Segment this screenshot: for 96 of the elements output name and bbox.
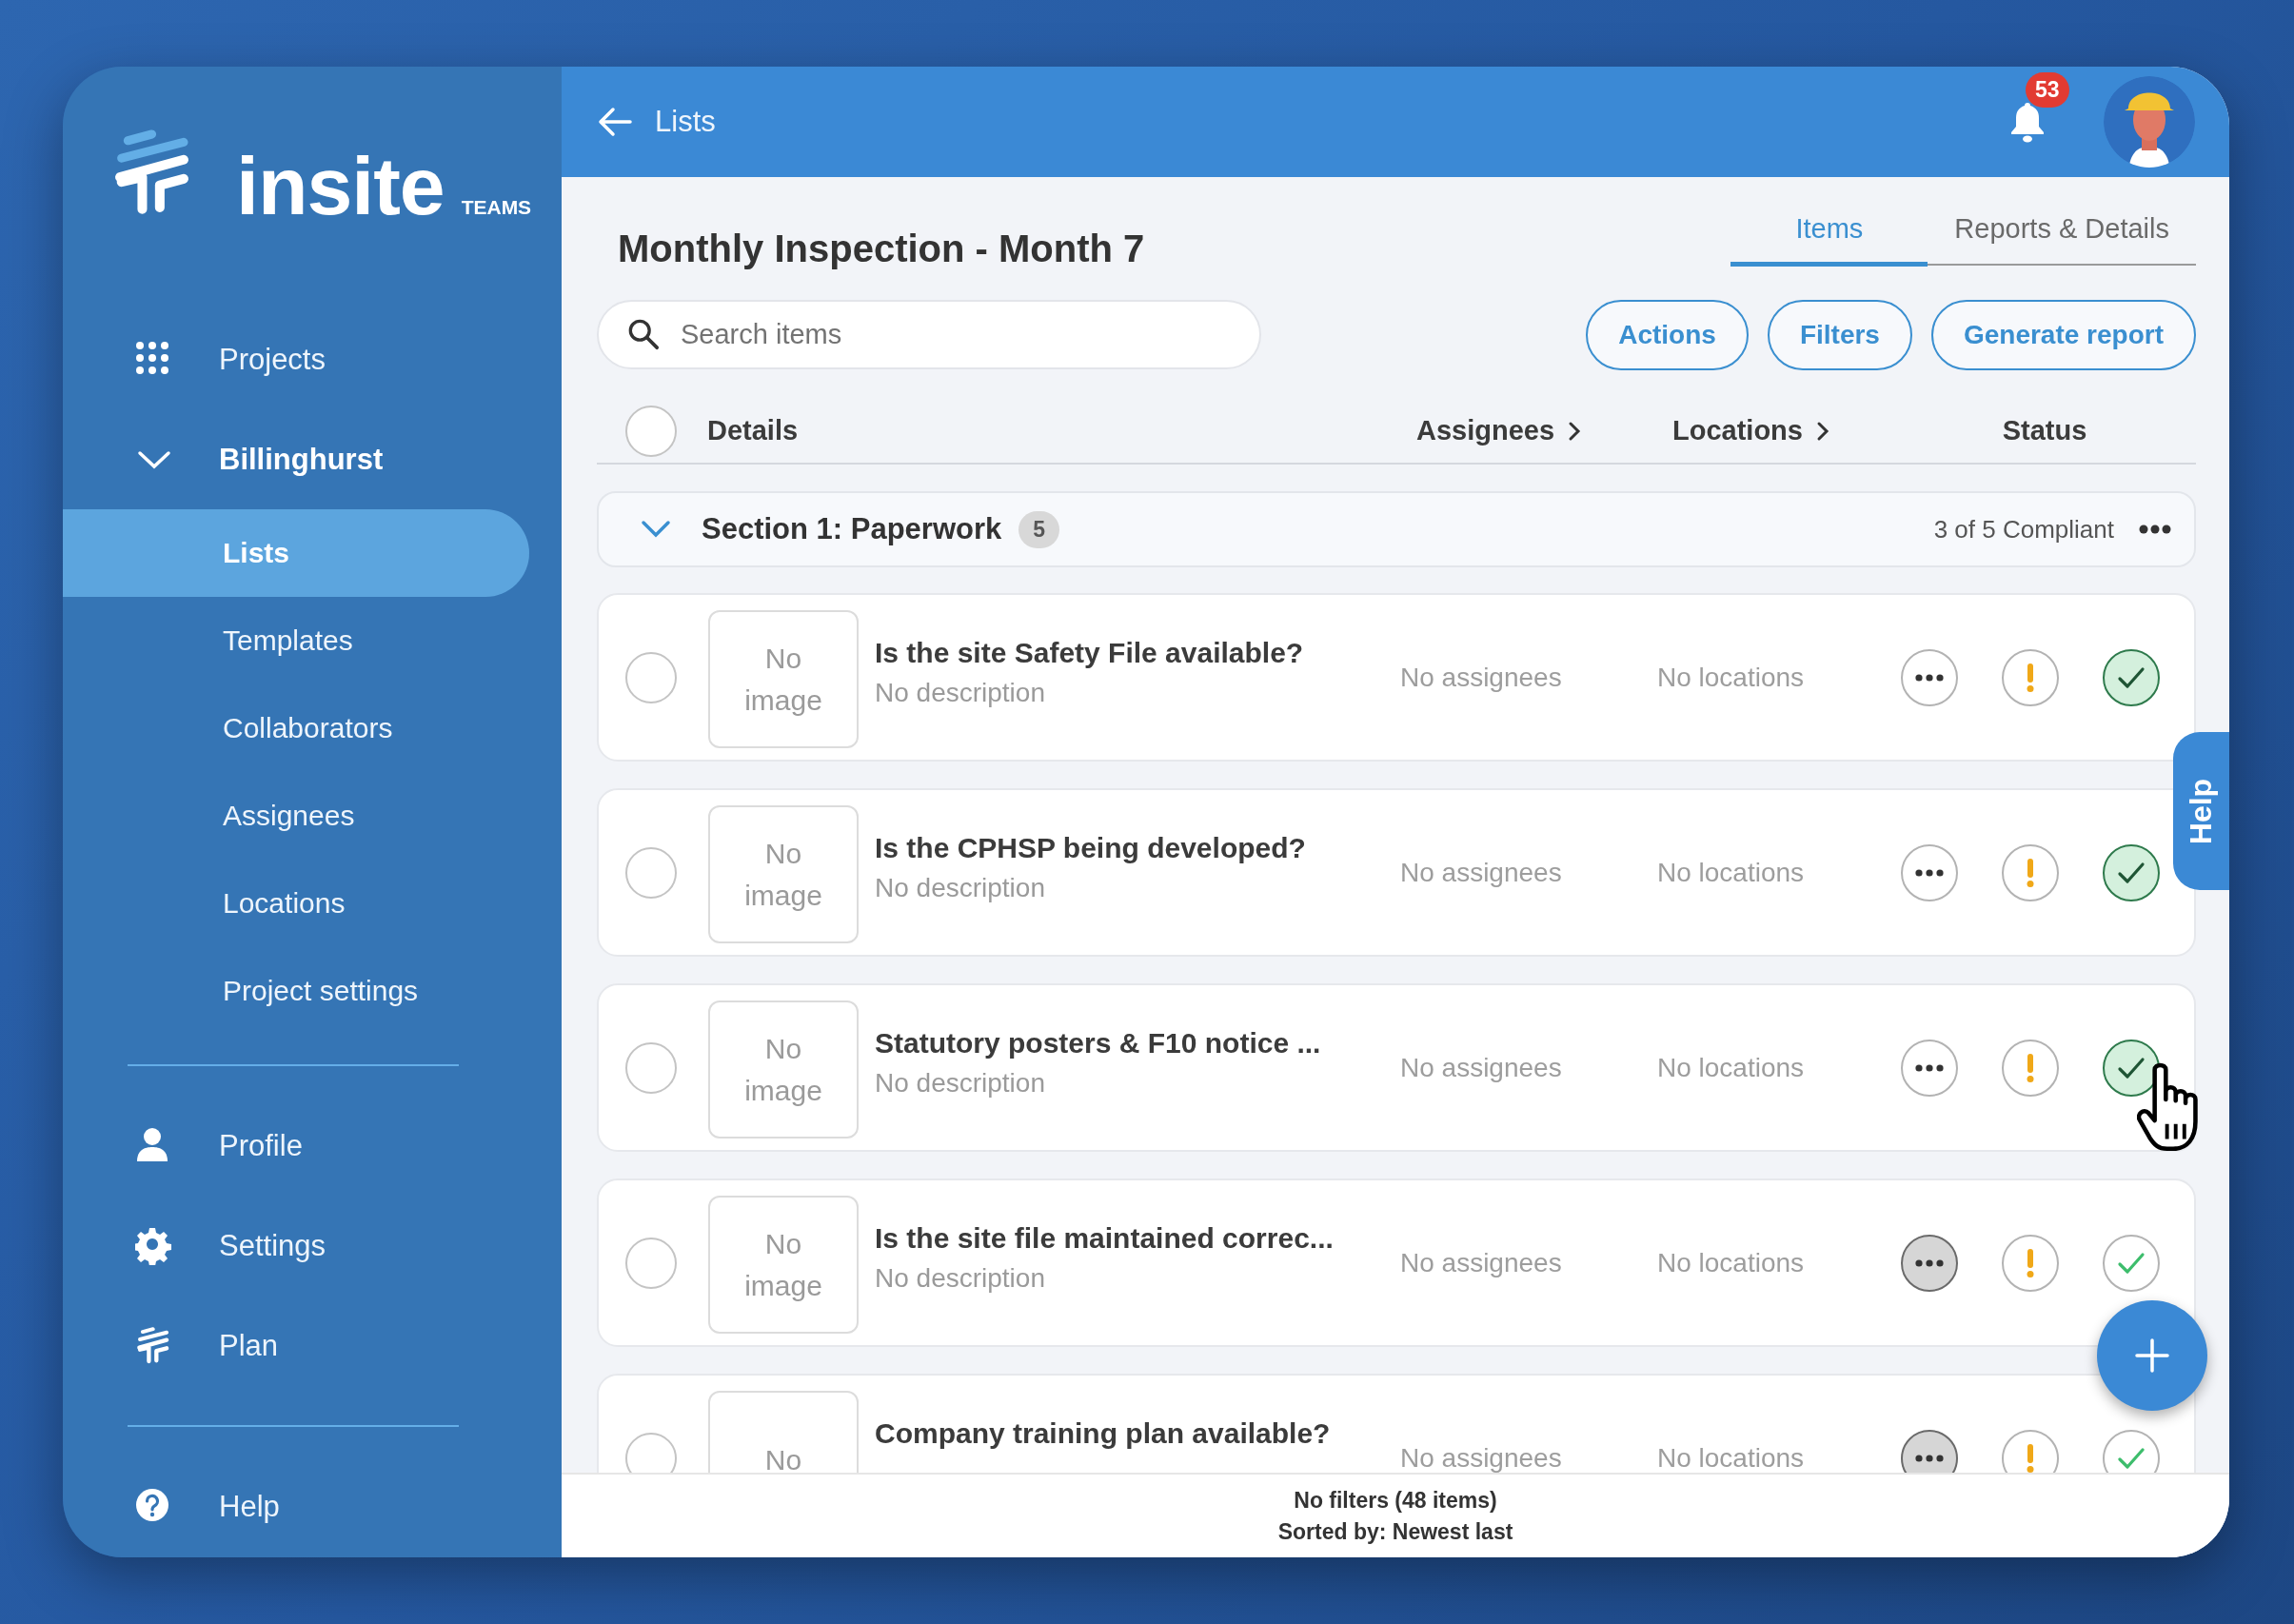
- item-title: Is the site file maintained correc...: [875, 1222, 1335, 1256]
- filter-summary: No filters (48 items): [1294, 1487, 1497, 1514]
- row-checkbox[interactable]: [625, 846, 677, 899]
- assignees-cell-text: No assignees: [1400, 1249, 1563, 1277]
- locations-cell-text: No locations: [1657, 1249, 1806, 1277]
- item-card[interactable]: No image Statutory posters & F10 notice ... No description No assignees No locations: [597, 983, 2196, 1152]
- search-field[interactable]: Search items: [597, 300, 1261, 369]
- exclamation-icon: [2027, 1443, 2034, 1473]
- bell-icon[interactable]: [2008, 101, 2047, 143]
- exclamation-icon: [2027, 663, 2034, 692]
- settings-icon: [135, 1226, 173, 1265]
- locations-cell-text: No locations: [1657, 663, 1806, 691]
- nav-item[interactable]: Profile: [63, 1096, 562, 1196]
- nav-subitem[interactable]: Templates: [63, 597, 562, 684]
- expand-toggle[interactable]: [641, 520, 671, 539]
- item-card[interactable]: No image Is the site file maintained correc... No description No assignees No locations: [597, 1178, 2196, 1347]
- column-header: Status: [2001, 415, 2088, 446]
- more-button[interactable]: [1901, 1429, 1958, 1473]
- more-button[interactable]: [2139, 525, 2171, 534]
- plus-icon: [2135, 1338, 2169, 1373]
- help-tab[interactable]: Help: [2173, 732, 2229, 890]
- ellipsis-icon: [2139, 525, 2171, 534]
- image-placeholder: No image: [708, 1196, 859, 1334]
- nav-item[interactable]: Plan: [63, 1296, 562, 1396]
- back-label: Lists: [655, 105, 716, 139]
- column-sort-button[interactable]: Assignees: [1416, 415, 1672, 446]
- nav-subitem[interactable]: Assignees: [63, 772, 562, 860]
- item-description: No description: [875, 677, 1046, 708]
- ellipsis-icon: [1915, 1258, 1944, 1267]
- exclamation-icon: [2027, 1248, 2034, 1277]
- chevron-right-icon: [1568, 420, 1582, 442]
- item-title: Statutory posters & F10 notice ...: [875, 1027, 1322, 1060]
- back-link[interactable]: Lists: [598, 105, 716, 139]
- notification-badge: 53: [2026, 72, 2069, 108]
- image-placeholder: No image: [708, 805, 859, 943]
- back-arrow-icon: [598, 107, 632, 137]
- nav-item[interactable]: Help: [63, 1456, 562, 1556]
- ellipsis-icon: [1915, 1454, 1944, 1462]
- item-description: No description: [875, 1262, 1046, 1294]
- ellipsis-icon: [1915, 868, 1944, 877]
- ellipsis-icon: [1915, 1063, 1944, 1072]
- check-icon: [2117, 1056, 2146, 1079]
- assignees-cell-text: No assignees: [1400, 1054, 1563, 1081]
- nav-item[interactable]: Billinghurst: [63, 409, 562, 509]
- check-icon: [2117, 1446, 2146, 1470]
- image-placeholder: No image: [708, 1000, 859, 1139]
- chevron-right-icon: [1815, 420, 1829, 442]
- sort-summary: Sorted by: Newest last: [1277, 1518, 1513, 1545]
- item-card[interactable]: No Company training plan available? No assignees No locations: [597, 1374, 2196, 1473]
- row-checkbox[interactable]: [625, 1237, 677, 1289]
- count-badge: 5: [1018, 510, 1060, 548]
- action-button[interactable]: Generate report: [1930, 299, 2196, 370]
- item-title: Is the CPHSP being developed?: [875, 832, 1307, 865]
- nav-subitem[interactable]: Project settings: [63, 947, 562, 1035]
- check-icon: [2117, 1251, 2146, 1275]
- select-all-checkbox[interactable]: [625, 405, 677, 457]
- section-title: Section 1: Paperwork: [702, 512, 1002, 546]
- check-icon: [2117, 665, 2146, 689]
- item-title: Company training plan available?: [875, 1417, 1332, 1451]
- column-header: Details: [707, 415, 800, 446]
- nav-subitem[interactable]: Locations: [63, 860, 562, 947]
- flag-button[interactable]: [2002, 1429, 2059, 1473]
- locations-cell-text: No locations: [1657, 1444, 1806, 1472]
- nav-item[interactable]: Settings: [63, 1196, 562, 1296]
- item-card[interactable]: No image Is the site Safety File available? No description No assignees No locations: [597, 593, 2196, 762]
- exclamation-icon: [2027, 1053, 2034, 1082]
- avatar-icon[interactable]: [2104, 76, 2195, 168]
- locations-cell-text: No locations: [1657, 859, 1806, 886]
- locations-cell-text: No locations: [1657, 1054, 1806, 1081]
- compliance-summary: 3 of 5 Compliant: [1933, 514, 2114, 545]
- tab[interactable]: Reports & Details: [1928, 213, 2196, 264]
- edition-label: TEAMS: [461, 196, 532, 219]
- row-checkbox[interactable]: [625, 1041, 677, 1094]
- assignees-cell-text: No assignees: [1400, 1444, 1563, 1472]
- nav-subitem[interactable]: Lists: [63, 509, 529, 597]
- check-icon: [2117, 861, 2146, 884]
- nav-subitem[interactable]: Collaborators: [63, 684, 562, 772]
- tab[interactable]: Items: [1730, 213, 1928, 267]
- exclamation-icon: [2027, 858, 2034, 887]
- chevron-down-icon: [641, 520, 671, 539]
- brand-name: insite: [236, 149, 445, 223]
- image-placeholder: No image: [708, 610, 859, 748]
- action-button[interactable]: Filters: [1767, 299, 1912, 370]
- row-checkbox[interactable]: [625, 1432, 677, 1473]
- column-sort-button[interactable]: Locations: [1672, 415, 1916, 446]
- action-button[interactable]: Actions: [1586, 299, 1749, 370]
- assignees-cell-text: No assignees: [1400, 663, 1563, 691]
- assignees-cell-text: No assignees: [1400, 859, 1563, 886]
- item-title: Is the site Safety File available?: [875, 637, 1305, 670]
- item-description: No description: [875, 872, 1046, 903]
- page-title: Monthly Inspection - Month 7: [618, 227, 1146, 271]
- search-icon: [627, 318, 660, 350]
- item-description: No description: [875, 1067, 1046, 1099]
- ellipsis-icon: [1915, 673, 1944, 682]
- nav-item[interactable]: Projects: [63, 309, 562, 409]
- row-checkbox[interactable]: [625, 651, 677, 703]
